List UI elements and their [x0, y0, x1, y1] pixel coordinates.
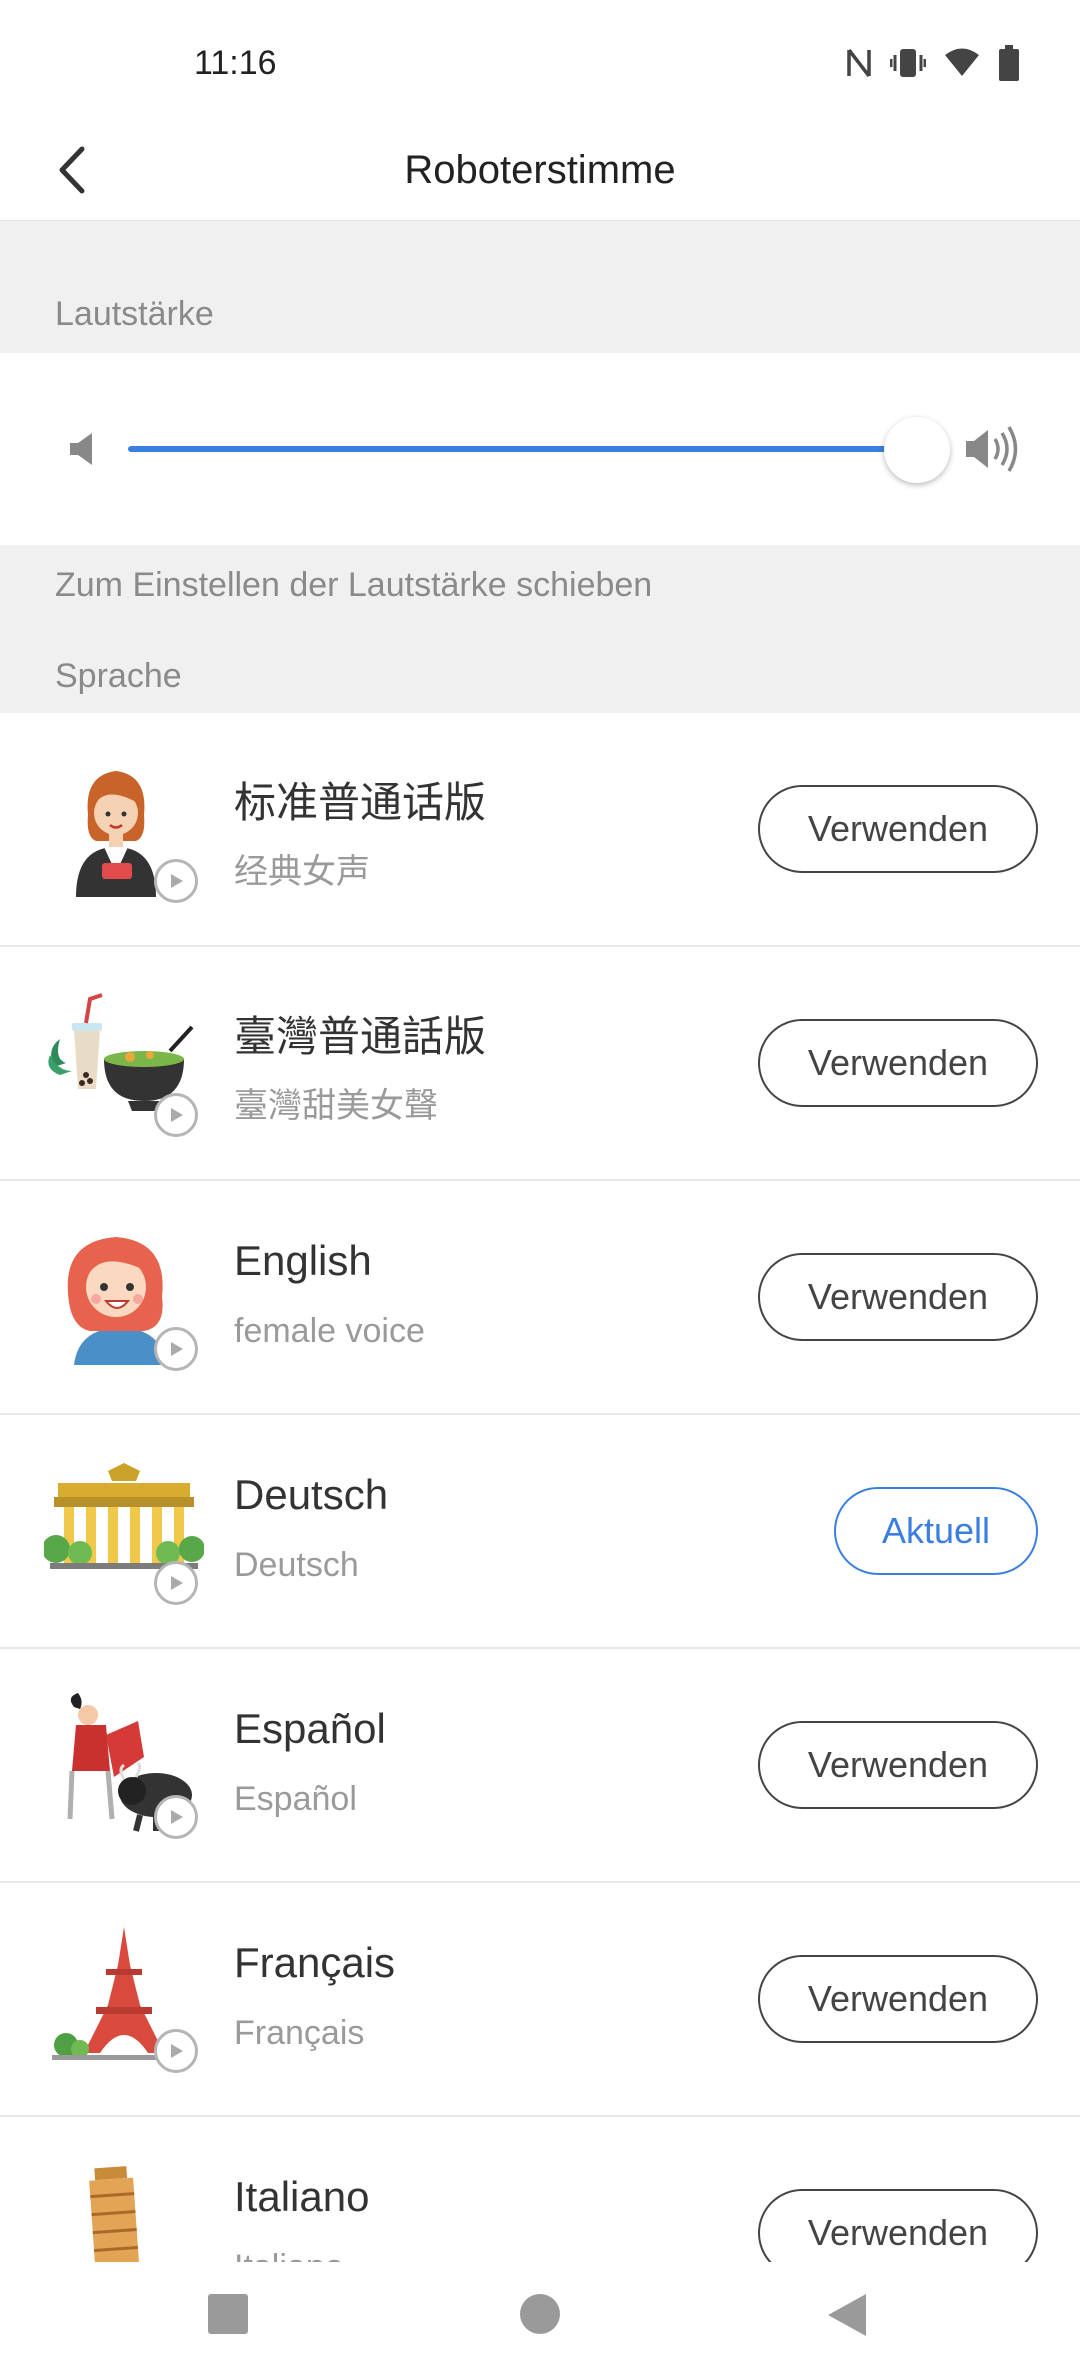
use-voice-button[interactable]: Verwenden: [758, 1721, 1038, 1809]
play-preview-button[interactable]: [154, 2029, 198, 2073]
nfc-icon: [846, 46, 872, 80]
voice-name: Español: [234, 1705, 386, 1752]
language-section-label: Sprache: [55, 657, 182, 695]
volume-slider-thumb[interactable]: [884, 417, 950, 483]
current-voice-button[interactable]: Aktuell: [834, 1487, 1038, 1575]
volume-control: [0, 353, 1080, 545]
voice-name: Italiano: [234, 2173, 370, 2220]
voice-description: Français: [234, 2014, 365, 2052]
play-icon: [171, 874, 183, 888]
play-icon: [171, 1108, 183, 1122]
voice-name: Français: [234, 1939, 396, 1986]
play-icon: [171, 1576, 183, 1590]
voice-item-espanol[interactable]: Español Español Verwenden: [0, 1649, 1080, 1883]
play-preview-button[interactable]: [154, 1561, 198, 1605]
bubble-tea-noodles-icon: [44, 989, 204, 1139]
volume-label-band: Lautstärke: [0, 221, 1080, 353]
volume-low-icon: [68, 431, 100, 472]
bullfighter-icon: [44, 1691, 204, 1841]
voice-item-deutsch[interactable]: Deutsch Deutsch Aktuell: [0, 1415, 1080, 1649]
language-label-band: Zum Einstellen der Lautstärke schieben S…: [0, 545, 1080, 713]
triangle-back-icon: [828, 2294, 866, 2336]
navigation-bar: [0, 2262, 1080, 2376]
vibrate-icon: [890, 46, 926, 80]
voice-description: Deutsch: [234, 1546, 359, 1584]
play-preview-button[interactable]: [154, 1327, 198, 1371]
volume-hint: Zum Einstellen der Lautstärke schieben: [55, 566, 653, 604]
voice-item-english[interactable]: English female voice Verwenden: [0, 1181, 1080, 1415]
use-voice-button[interactable]: Verwenden: [758, 1253, 1038, 1341]
voice-item-taiwan[interactable]: 臺灣普通話版 臺灣甜美女聲 Verwenden: [0, 947, 1080, 1181]
square-icon: [208, 2294, 248, 2334]
wifi-icon: [944, 48, 980, 78]
battery-icon: [998, 44, 1020, 82]
play-icon: [171, 2044, 183, 2058]
use-voice-button[interactable]: Verwenden: [758, 1955, 1038, 2043]
newscaster-icon: [44, 755, 204, 905]
play-icon: [171, 1342, 183, 1356]
status-icons: [846, 44, 1020, 82]
voice-description: female voice: [234, 1312, 425, 1350]
voice-name: English: [234, 1237, 372, 1284]
volume-high-icon: [964, 423, 1028, 480]
voice-name: 臺灣普通話版: [234, 1013, 487, 1060]
voice-description: Español: [234, 1780, 357, 1818]
play-preview-button[interactable]: [154, 1795, 198, 1839]
brandenburg-gate-icon: [42, 1457, 205, 1607]
play-preview-button[interactable]: [154, 1093, 198, 1137]
status-bar: 11:16: [0, 0, 1080, 120]
play-icon: [171, 1810, 183, 1824]
voice-item-mandarin[interactable]: 标准普通话版 经典女声 Verwenden: [0, 713, 1080, 947]
voice-list: 标准普通话版 经典女声 Verwenden 臺灣普通話版 臺灣甜美女聲 Verw…: [0, 713, 1080, 2351]
voice-item-francais[interactable]: Français Français Verwenden: [0, 1883, 1080, 2117]
play-preview-button[interactable]: [154, 859, 198, 903]
app-bar: Roboterstimme: [0, 120, 1080, 221]
volume-slider-track[interactable]: [128, 446, 918, 452]
status-time: 11:16: [194, 44, 277, 82]
page-title: Roboterstimme: [404, 148, 676, 192]
use-voice-button[interactable]: Verwenden: [758, 1019, 1038, 1107]
home-button[interactable]: [518, 2292, 562, 2341]
voice-name: Deutsch: [234, 1471, 389, 1518]
voice-description: 经典女声: [234, 853, 370, 891]
use-voice-button[interactable]: Verwenden: [758, 785, 1038, 873]
volume-section-label: Lautstärke: [55, 295, 214, 333]
red-hair-girl-icon: [44, 1223, 204, 1373]
recents-button[interactable]: [206, 2292, 250, 2341]
eiffel-tower-icon: [44, 1925, 204, 2075]
circle-icon: [520, 2294, 560, 2334]
nav-back-button[interactable]: [826, 2292, 868, 2343]
voice-description: 臺灣甜美女聲: [234, 1087, 438, 1125]
voice-name: 标准普通话版: [234, 779, 487, 826]
